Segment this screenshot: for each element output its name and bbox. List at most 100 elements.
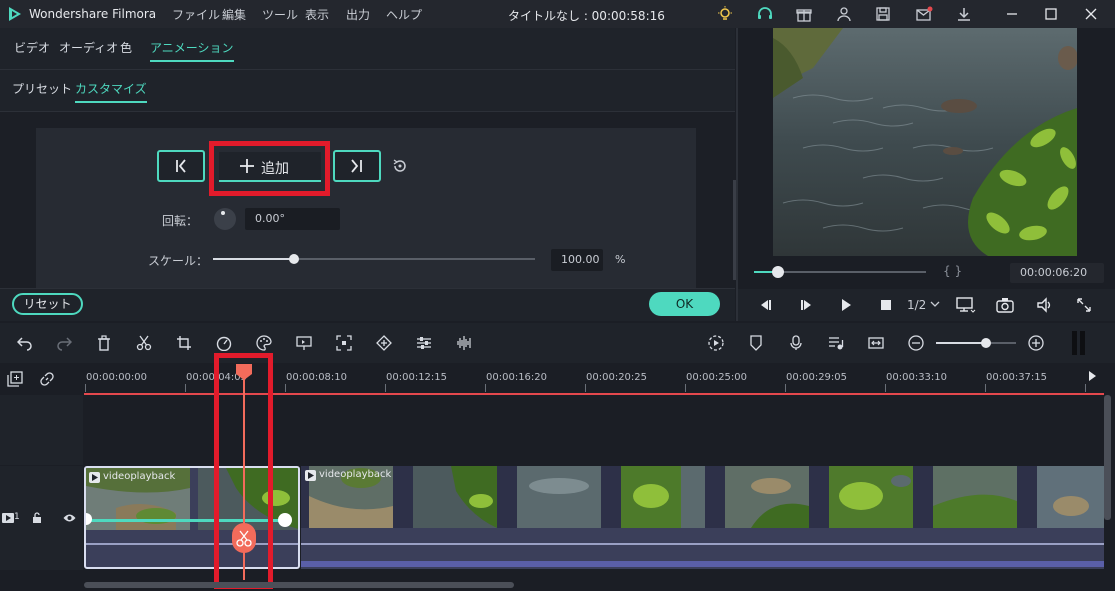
download-icon[interactable] (955, 5, 973, 23)
menu-edit[interactable]: 編集 (222, 6, 246, 23)
next-keyframe-button[interactable] (333, 150, 381, 182)
minimize-icon[interactable] (1003, 5, 1021, 23)
video-preview (773, 28, 1077, 256)
add-track-icon[interactable] (7, 371, 23, 387)
close-icon[interactable] (1082, 5, 1100, 23)
gift-icon[interactable] (795, 5, 813, 23)
menu-file[interactable]: ファイル (172, 6, 220, 23)
delete-trash-icon[interactable] (96, 335, 112, 351)
rotation-input[interactable]: 0.00° (245, 208, 340, 230)
clip-label: videoplayback (319, 469, 392, 480)
tab-color[interactable]: 色 (120, 39, 132, 56)
link-icon[interactable] (39, 371, 55, 387)
quality-dropdown-icon[interactable] (930, 299, 940, 309)
visibility-eye-icon[interactable] (63, 513, 76, 523)
render-preview-icon[interactable] (708, 335, 724, 351)
ok-button[interactable]: OK (649, 292, 720, 316)
fullscreen-icon[interactable] (1076, 297, 1092, 313)
ruler-label: 00:00:12:15 (386, 372, 448, 383)
animation-subtabs: プリセット カスタマイズ (0, 70, 735, 112)
headset-support-icon[interactable] (756, 5, 774, 23)
previous-frame-icon[interactable] (758, 297, 774, 313)
preview-progress-track[interactable] (754, 266, 926, 278)
pause-bars-icon[interactable] (1072, 331, 1086, 355)
zoom-in-icon[interactable] (1028, 335, 1044, 351)
scale-slider-track[interactable] (213, 254, 535, 264)
tab-preset[interactable]: プリセット (12, 80, 72, 97)
account-icon[interactable] (835, 5, 853, 23)
focus-frame-icon[interactable] (336, 335, 352, 351)
timeline-vertical-scrollbar[interactable] (1104, 395, 1111, 520)
menu-view[interactable]: 表示 (305, 6, 329, 23)
audio-waveform-icon[interactable] (456, 335, 472, 351)
scale-input[interactable]: 100.00 (551, 249, 603, 271)
zoom-out-icon[interactable] (908, 335, 924, 351)
cut-scissors-icon[interactable] (136, 335, 152, 351)
panel-footer (0, 288, 735, 321)
clip-label: videoplayback (103, 471, 176, 482)
menu-export[interactable]: 出力 (346, 6, 370, 23)
prev-keyframe-button[interactable] (157, 150, 205, 182)
panel-divider[interactable] (736, 28, 738, 321)
speed-gauge-icon[interactable] (216, 335, 232, 351)
play-icon[interactable] (838, 297, 854, 313)
ruler-label: 00:00:08:10 (286, 372, 348, 383)
scale-slider-fill (213, 258, 294, 260)
color-palette-icon[interactable] (256, 335, 272, 351)
rotation-dial[interactable] (213, 207, 237, 231)
timeline-horizontal-scrollbar[interactable] (84, 582, 514, 588)
playback-quality[interactable]: 1/2 (907, 298, 926, 312)
track-number: 1 (14, 512, 20, 522)
timeline-toolbar (0, 323, 1115, 363)
scale-slider-handle[interactable] (289, 254, 299, 264)
reset-button[interactable]: リセット (12, 293, 83, 315)
maximize-icon[interactable] (1042, 5, 1060, 23)
clip-fade-out-handle[interactable] (278, 513, 292, 527)
audio-divider (301, 543, 1104, 545)
next-frame-icon[interactable] (798, 297, 814, 313)
stop-icon[interactable] (878, 297, 894, 313)
preview-progress-handle[interactable] (772, 266, 784, 278)
mail-notification-icon[interactable] (915, 5, 933, 23)
lock-icon[interactable] (32, 512, 42, 524)
tab-customize[interactable]: カスタマイズ (75, 80, 147, 103)
keyframe-diamond-icon[interactable] (376, 335, 392, 351)
snapshot-camera-icon[interactable] (996, 297, 1014, 313)
scale-unit: % (615, 253, 626, 266)
tab-video[interactable]: ビデオ (14, 39, 50, 56)
app-name: Wondershare Filmora (29, 7, 157, 21)
zoom-slider-fill (936, 342, 986, 344)
ruler-scroll-right-icon[interactable] (1088, 370, 1098, 382)
undo-icon[interactable] (17, 335, 33, 351)
zoom-slider-track[interactable] (936, 338, 1016, 348)
tab-audio[interactable]: オーディオ (59, 39, 118, 56)
ruler-label: 00:00:33:10 (886, 372, 948, 383)
marker-icon[interactable] (748, 335, 764, 351)
tab-animation[interactable]: アニメーション (150, 39, 234, 62)
video-clip[interactable]: videoplayback (301, 466, 1104, 569)
lightbulb-icon[interactable] (716, 5, 734, 23)
highlight-add-button (209, 141, 330, 196)
microphone-icon[interactable] (788, 335, 804, 351)
adjust-sliders-icon[interactable] (416, 335, 432, 351)
audio-waveform (301, 561, 1104, 567)
zoom-slider-handle[interactable] (981, 338, 991, 348)
ruler-label: 00:00:25:00 (686, 372, 748, 383)
filmora-logo-icon (7, 6, 23, 22)
crop-icon[interactable] (176, 335, 192, 351)
mark-in-out-brackets[interactable]: { } (943, 264, 962, 278)
redo-icon[interactable] (56, 335, 72, 351)
voiceover-list-icon[interactable] (828, 335, 844, 351)
menu-tools[interactable]: ツール (262, 6, 298, 23)
presentation-icon[interactable] (296, 335, 312, 351)
display-settings-icon[interactable] (956, 296, 976, 314)
reset-keyframe-icon[interactable] (391, 157, 409, 175)
save-icon[interactable] (874, 5, 892, 23)
fit-timeline-icon[interactable] (868, 335, 884, 351)
playback-controls (738, 289, 1115, 321)
clip-thumbnail-strip (301, 466, 1104, 528)
volume-icon[interactable] (1036, 297, 1054, 313)
menu-help[interactable]: ヘルプ (386, 6, 422, 23)
ruler-label: 00:00:00:00 (86, 372, 148, 383)
empty-track-header (0, 395, 83, 465)
